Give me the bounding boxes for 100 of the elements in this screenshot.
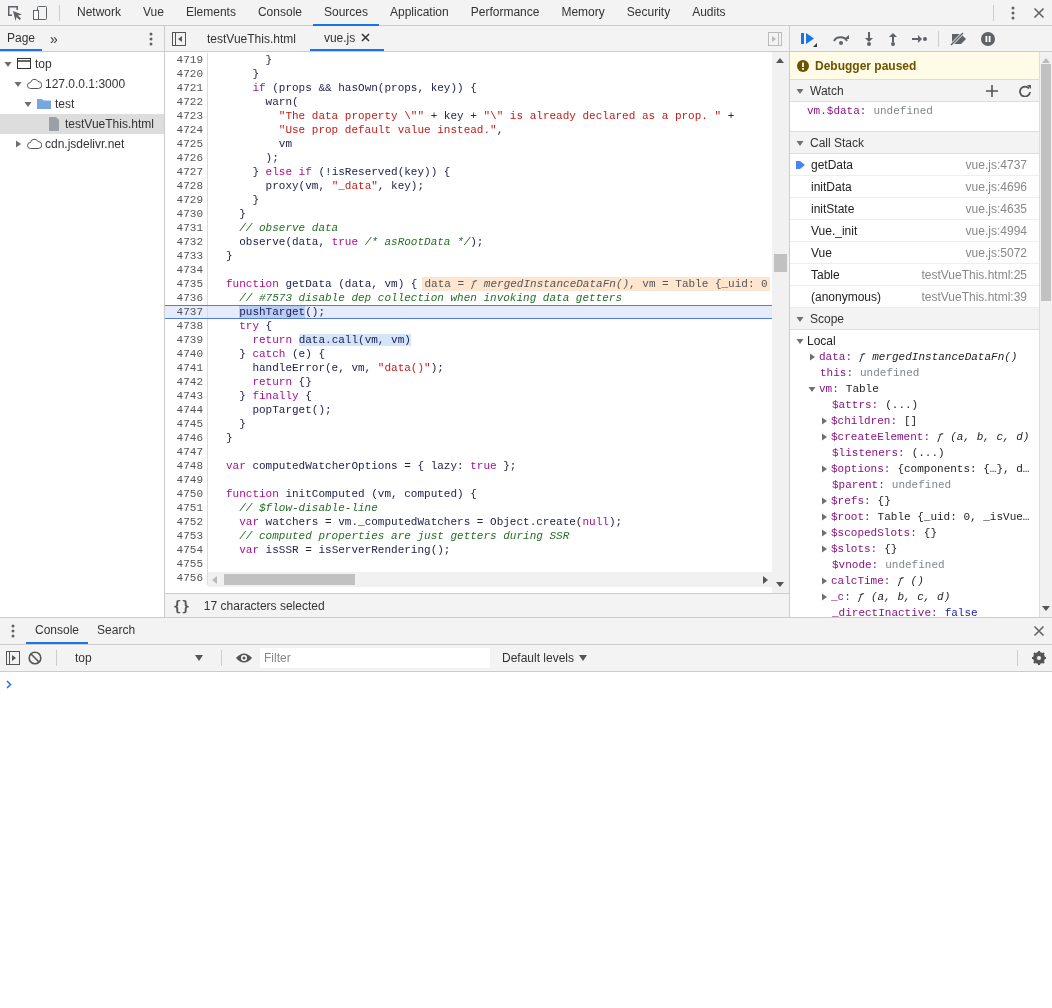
line-number: 4750 [165,487,208,501]
code-line: warn( [264,95,299,109]
panel-tab[interactable]: Memory [550,0,616,26]
pretty-print-button[interactable]: {} [173,597,190,614]
call-frame[interactable]: Vue._init vue.js:4994 [790,220,1039,242]
line-number: 4743 [165,389,208,403]
line-number: 4722 [165,95,208,109]
code-line: try { [238,319,273,333]
panel-tab[interactable]: Audits [681,0,737,26]
paused-message: Debugger paused [815,58,917,73]
code-line: ); [264,151,279,165]
code-line: observe(data, true /* asRootData */); [238,235,484,249]
line-number: 4719 [165,53,208,67]
code-line: var isSSR = isServerRendering(); [238,543,451,557]
line-number: 4721 [165,81,208,95]
panel-tab[interactable]: Performance [459,0,551,26]
panel-tab[interactable]: Security [615,0,682,26]
line-number: 4738 [165,319,208,333]
line-number: 4751 [165,501,208,515]
selection-status: 17 characters selected [203,598,325,613]
context-dropdown[interactable]: top [71,651,207,665]
property-item[interactable]: $root: Table {_uid: 0, _isVue… [790,509,1039,525]
line-number: 4737 [165,306,208,318]
call-frame[interactable]: Table testVueThis.html:25 [790,264,1039,286]
panel-tab[interactable]: Console [246,0,313,26]
code-line: } [251,67,259,81]
line-number: 4744 [165,403,208,417]
property-item[interactable]: $children: [] [790,413,1039,429]
line-number: 4739 [165,333,208,347]
tree-item[interactable]: test [0,94,164,114]
property-item[interactable]: _directInactive: false [790,605,1039,617]
call-frame[interactable]: getData vue.js:4737 [790,154,1039,176]
code-line: if (props && hasOwn(props, key)) { [251,81,477,95]
code-line: } [226,431,233,445]
panel-tab[interactable]: Elements [174,0,247,26]
code-line: } finally { [238,389,312,403]
line-number: 4755 [165,557,208,571]
code-line: } [238,417,246,431]
property-item[interactable]: $createElement: ƒ (a, b, c, d) [790,429,1039,445]
line-number: 4754 [165,543,208,557]
property-item[interactable]: $attrs: (...) [790,397,1039,413]
line-number: 4720 [165,67,208,81]
line-number: 4745 [165,417,208,431]
line-number: 4724 [165,123,208,137]
property-item[interactable]: $scopedSlots: {} [790,525,1039,541]
property-item[interactable]: $listeners: (...) [790,445,1039,461]
more-tabs-button[interactable]: » [42,30,66,47]
tree-item[interactable]: testVueThis.html [0,114,164,134]
tree-item[interactable]: top [0,54,164,74]
property-item[interactable]: calcTime: ƒ () [790,573,1039,589]
code-line: } [238,207,246,221]
code-line: } [251,193,259,207]
line-number: 4753 [165,529,208,543]
property-item[interactable]: data: ƒ mergedInstanceDataFn() [790,349,1039,365]
call-frame[interactable]: initData vue.js:4696 [790,176,1039,198]
inline-value: data = ƒ mergedInstanceDataFn(), vm = Table {_uid: 0 [422,277,770,291]
code-line: "Use prop default value instead.", [277,123,504,137]
code-line: } [264,53,273,67]
code-line: function initComputed (vm, computed) { [226,487,477,501]
line-number: 4741 [165,361,208,375]
code-line: // observe data [238,221,339,235]
call-frame[interactable]: initState vue.js:4635 [790,198,1039,220]
watch-expression[interactable]: vm.$data: undefined [807,105,933,117]
section-header[interactable]: Call Stack [790,132,1039,154]
file-tab[interactable]: vue.js [309,26,385,51]
code-line: // $flow-disable-line [238,501,378,515]
property-item[interactable]: $vnode: undefined [790,557,1039,573]
line-number: 4749 [165,473,208,487]
line-number: 4746 [165,431,208,445]
code-line: return {} [251,375,312,389]
property-item[interactable]: vm: Table [790,381,1039,397]
line-number: 4742 [165,375,208,389]
property-item[interactable]: $parent: undefined [790,477,1039,493]
tree-item[interactable]: cdn.jsdelivr.net [0,134,164,154]
code-line: "The data property \"" + key + "\" is already declared as a prop. " + [277,109,735,123]
code-line: } else if (!isReserved(key)) { [251,165,451,179]
section-header[interactable]: Scope [790,308,1039,330]
call-frame[interactable]: Vue vue.js:5072 [790,242,1039,264]
navigator-tab[interactable]: Page [0,26,43,51]
log-levels-dropdown[interactable]: Default levels [498,651,588,665]
property-item[interactable]: this: undefined [790,365,1039,381]
line-number: 4731 [165,221,208,235]
panel-tab[interactable]: Vue [132,0,175,26]
property-item[interactable]: $options: {components: {…}, d… [790,461,1039,477]
panel-tab[interactable]: Network [66,0,132,26]
line-number: 4723 [165,109,208,123]
panel-tab[interactable]: Application [379,0,460,26]
tree-item[interactable]: 127.0.0.1:3000 [0,74,164,94]
property-item[interactable]: _c: ƒ (a, b, c, d) [790,589,1039,605]
filter-field[interactable]: Filter [260,648,490,668]
property-item[interactable]: $slots: {} [790,541,1039,557]
code-line: popTarget(); [251,403,332,417]
code-line: handleError(e, vm, "data()"); [251,361,444,375]
drawer-tab[interactable]: Search [88,618,145,644]
file-tab[interactable]: testVueThis.html [193,26,310,51]
code-line: // #7573 disable dep collection when invoking data getters [238,291,623,305]
line-number: 4733 [165,249,208,263]
property-item[interactable]: $refs: {} [790,493,1039,509]
scope-item[interactable]: Local [790,333,1039,349]
section-header[interactable]: Watch [790,80,1039,102]
